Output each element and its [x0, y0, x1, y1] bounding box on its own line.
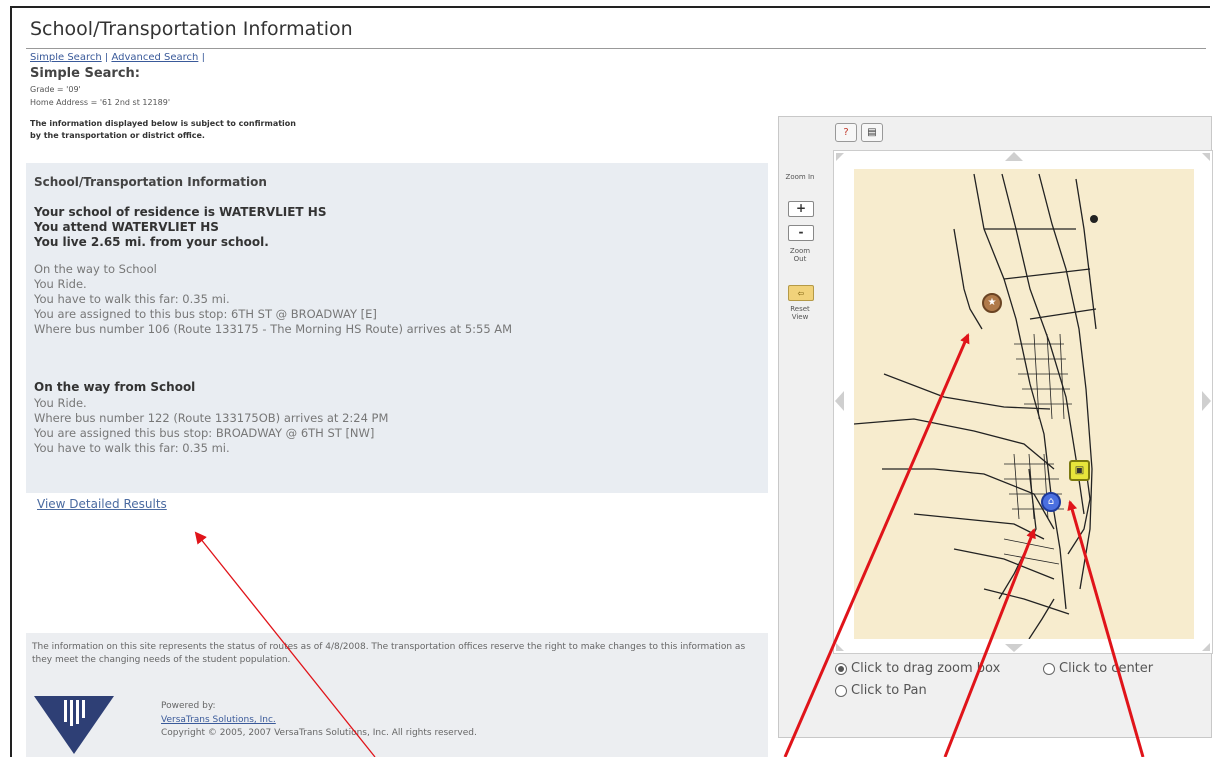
zoom-in-label: Zoom In	[785, 173, 815, 181]
option-pan[interactable]: Click to Pan	[835, 683, 927, 698]
street-map	[854, 173, 1098, 639]
residence-school: Your school of residence is WATERVLIET H…	[34, 205, 327, 219]
bus-stop-marker-icon[interactable]: ▣	[1069, 460, 1090, 481]
pan-radio[interactable]	[835, 684, 847, 697]
home-marker-icon[interactable]: ⌂	[1041, 492, 1061, 512]
powered-by: Powered by:	[161, 701, 216, 711]
view-detailed-results-link[interactable]: View Detailed Results	[37, 497, 167, 511]
info-heading: School/Transportation Information	[34, 175, 267, 189]
pan-south-icon	[1005, 644, 1023, 652]
map-canvas[interactable]: ★ ⌂ ▣	[854, 169, 1194, 639]
attending-school: You attend WATERVLIET HS	[34, 220, 219, 234]
reset-view-label: Reset View	[790, 305, 810, 321]
print-tool-icon[interactable]: ▤	[861, 123, 883, 142]
page-title: School/Transportation Information	[30, 18, 353, 40]
to-school-mode: You Ride.	[34, 277, 87, 291]
from-school-heading: On the way from School	[34, 380, 196, 394]
drag-zoom-radio[interactable]	[835, 662, 847, 675]
map-panel: ? ▤ Zoom In + - Zoom Out ⇦ Reset View ★ …	[778, 116, 1213, 738]
footer-notice: The information on this site represents …	[32, 642, 746, 665]
center-label: Click to center	[1059, 661, 1154, 676]
zoom-out-button[interactable]: -	[788, 225, 814, 241]
breadcrumb-separator: |	[104, 53, 109, 62]
from-school-stop: You are assigned this bus stop: BROADWAY…	[34, 426, 375, 440]
to-school-stop: You are assigned to this bus stop: 6TH S…	[34, 307, 377, 321]
title-divider	[26, 48, 1206, 49]
center-radio[interactable]	[1043, 662, 1055, 675]
map-viewport[interactable]: ★ ⌂ ▣	[833, 150, 1213, 654]
search-heading: Simple Search:	[30, 66, 140, 81]
simple-search-link[interactable]: Simple Search	[30, 53, 102, 62]
pan-label: Click to Pan	[851, 683, 927, 698]
option-drag-zoom[interactable]: Click to drag zoom box	[835, 661, 1000, 676]
distance-text: You live 2.65 mi. from your school.	[34, 235, 269, 249]
reset-view-button[interactable]: ⇦	[788, 285, 814, 301]
disclaimer-line-1: The information displayed below is subje…	[30, 119, 296, 128]
advanced-search-link[interactable]: Advanced Search	[111, 53, 198, 62]
from-school-mode: You Ride.	[34, 396, 87, 410]
pan-north-icon	[1005, 152, 1023, 161]
landmark-dot	[1090, 215, 1098, 223]
school-marker-icon[interactable]: ★	[982, 293, 1002, 313]
help-tool-icon[interactable]: ?	[835, 123, 857, 142]
reset-icon: ⇦	[797, 289, 805, 298]
zoom-out-label: Zoom Out	[789, 247, 811, 263]
disclaimer-line-2: by the transportation or district office…	[30, 131, 205, 140]
from-school-bus: Where bus number 122 (Route 133175OB) ar…	[34, 411, 389, 425]
to-school-heading: On the way to School	[34, 262, 157, 276]
option-center[interactable]: Click to center	[1043, 661, 1153, 676]
copyright: Copyright © 2005, 2007 VersaTrans Soluti…	[161, 728, 477, 738]
vendor-link[interactable]: VersaTrans Solutions, Inc.	[161, 715, 276, 725]
pan-east-icon	[1202, 391, 1211, 411]
zoom-in-button[interactable]: +	[788, 201, 814, 217]
versatrans-logo	[34, 696, 114, 754]
school-info-panel: School/Transportation Information Your s…	[26, 163, 768, 493]
footer: The information on this site represents …	[26, 633, 768, 757]
disclaimer: The information displayed below is subje…	[30, 118, 460, 142]
drag-zoom-label: Click to drag zoom box	[851, 661, 1001, 676]
to-school-walk: You have to walk this far: 0.35 mi.	[34, 292, 230, 306]
criteria-grade: Grade = '09'	[30, 85, 81, 94]
breadcrumb: Simple Search | Advanced Search |	[30, 53, 205, 62]
pan-west-icon	[835, 391, 844, 411]
criteria-address: Home Address = '61 2nd st 12189'	[30, 98, 171, 107]
from-school-walk: You have to walk this far: 0.35 mi.	[34, 441, 230, 455]
breadcrumb-trailing: |	[201, 53, 205, 62]
to-school-bus: Where bus number 106 (Route 133175 - The…	[34, 322, 513, 336]
